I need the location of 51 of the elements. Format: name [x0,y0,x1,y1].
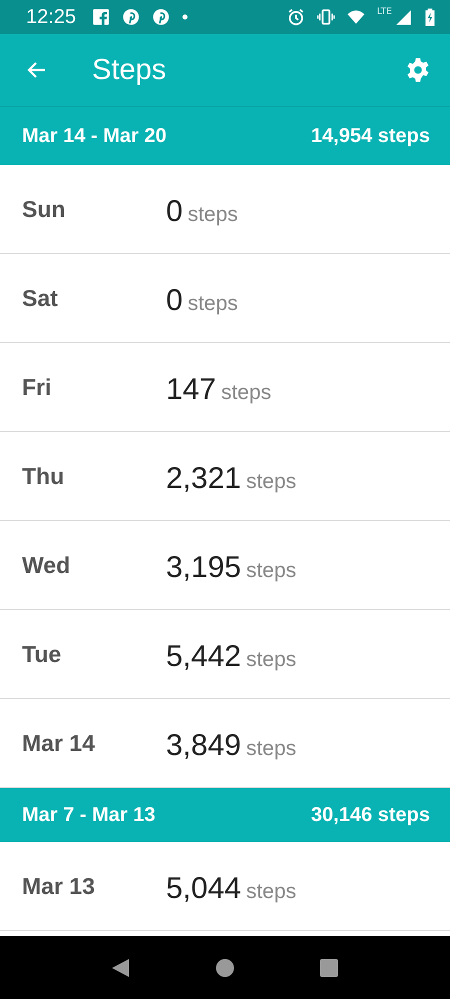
day-row[interactable]: Sun 0 steps [0,165,450,254]
alarm-icon [287,8,306,26]
recents-icon[interactable] [319,958,339,978]
day-label: Fri [22,374,52,400]
step-count: 5,442 [166,640,242,674]
steps-unit: steps [188,203,238,227]
day-row[interactable]: Wed 3,195 steps [0,521,450,610]
day-label: Tue [22,640,62,668]
notification-dot-icon [182,14,188,20]
day-label: Mar 13 [22,872,96,900]
vibrate-icon [317,8,336,26]
step-count: 147 [166,373,216,407]
day-label: Sun [22,196,66,222]
step-count: 2,321 [166,462,242,496]
week-range: Mar 7 - Mar 13 [22,804,156,826]
clock-time: 12:25 [26,6,76,28]
network-type: LTE [377,7,392,17]
day-row[interactable]: Sat 0 steps [0,254,450,343]
day-row[interactable]: Fri 147 steps [0,343,450,432]
steps-unit: steps [246,559,296,583]
facebook-icon [92,8,110,26]
step-count: 5,044 [166,872,242,906]
steps-unit: steps [246,470,296,494]
signal-icon [394,8,412,26]
step-count: 0 [166,195,183,229]
day-label: Wed [22,552,72,578]
week-total: 30,146 steps [311,804,430,826]
step-count: 3,195 [166,551,242,585]
day-label: Thu [22,462,66,490]
week-total: 14,954 steps [311,124,430,148]
steps-unit: steps [246,880,296,904]
day-label: Sat [22,284,59,312]
day-row[interactable]: Tue 5,442 steps [0,610,450,699]
steps-unit: steps [221,381,272,405]
back-icon[interactable] [111,958,131,978]
settings-icon [405,57,431,83]
steps-unit: steps [246,648,296,672]
battery-charging-icon [424,8,436,26]
steps-unit: steps [188,292,238,316]
day-label: Mar 14 [22,730,96,756]
week-range: Mar 14 - Mar 20 [22,124,167,148]
step-count: 0 [166,284,183,318]
steps-unit: steps [246,737,296,761]
home-icon[interactable] [215,958,235,978]
wifi-icon [347,8,366,26]
pinterest-icon [122,8,140,26]
day-row[interactable]: Thu 2,321 steps [0,432,450,521]
day-row[interactable]: Mar 13 5,044 steps [0,842,450,931]
pinterest-icon [152,8,170,26]
screen-title: Steps [92,54,166,86]
step-count: 3,849 [166,729,242,763]
